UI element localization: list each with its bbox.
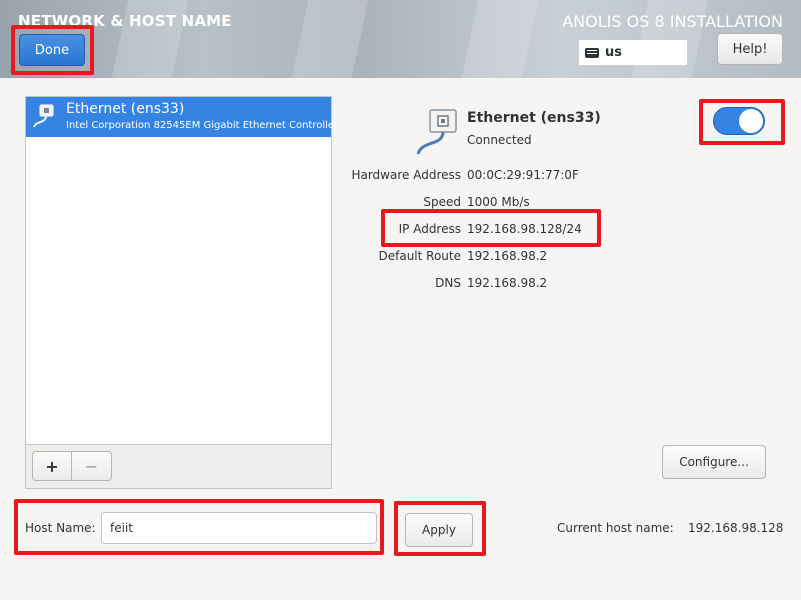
- ethernet-icon: [33, 104, 54, 128]
- speed-value: 1000 Mb/s: [467, 195, 530, 209]
- dns-label: DNS: [435, 276, 461, 290]
- device-status: Connected: [467, 133, 532, 147]
- add-device-button[interactable]: +: [32, 451, 72, 481]
- device-detail-name: Ethernet (ens33): [467, 110, 601, 126]
- hardware-address-value: 00:0C:29:91:77:0F: [467, 168, 579, 182]
- device-list-item[interactable]: Ethernet (ens33) Intel Corporation 82545…: [26, 97, 338, 137]
- keyboard-icon: [585, 47, 599, 58]
- device-list-toolbar: + −: [26, 444, 331, 488]
- device-name: Ethernet (ens33): [66, 101, 185, 117]
- keyboard-layout-indicator[interactable]: us: [579, 40, 687, 65]
- speed-label: Speed: [423, 195, 461, 209]
- highlight-box-done: [11, 25, 94, 75]
- current-host-name-value: 192.168.98.128: [688, 521, 784, 535]
- default-route-value: 192.168.98.2: [467, 249, 548, 263]
- remove-device-button[interactable]: −: [72, 451, 112, 481]
- device-list: Ethernet (ens33) Intel Corporation 82545…: [25, 96, 338, 489]
- highlight-box-apply: [394, 501, 486, 556]
- hardware-address-label: Hardware Address: [351, 168, 461, 182]
- keyboard-layout-label: us: [605, 45, 622, 60]
- ethernet-large-icon: [416, 109, 457, 155]
- default-route-label: Default Route: [378, 249, 462, 263]
- configure-button[interactable]: Configure...: [662, 445, 766, 479]
- help-button[interactable]: Help!: [717, 33, 783, 65]
- highlight-box-hostname: [14, 499, 384, 555]
- highlight-box-toggle: [699, 99, 785, 145]
- device-description: Intel Corporation 82545EM Gigabit Ethern…: [66, 120, 339, 131]
- highlight-box-ip: [381, 209, 601, 247]
- current-host-name-label: Current host name:: [557, 521, 674, 535]
- header-bar: NETWORK & HOST NAME ANOLIS OS 8 INSTALLA…: [0, 0, 801, 78]
- dns-value: 192.168.98.2: [467, 276, 548, 290]
- product-title: ANOLIS OS 8 INSTALLATION: [562, 12, 783, 31]
